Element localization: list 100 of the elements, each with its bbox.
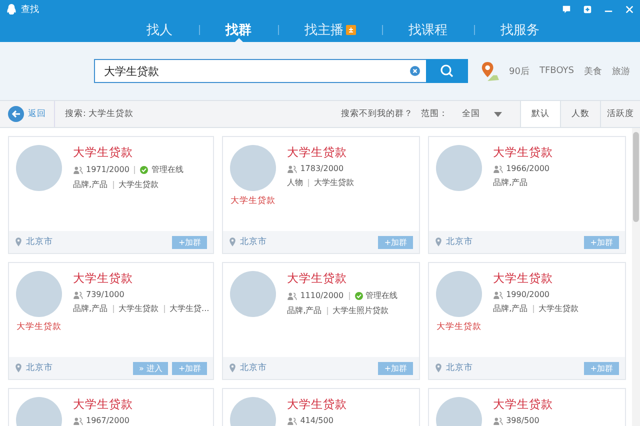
people-icon bbox=[73, 290, 83, 298]
group-tag: 大学生贷... bbox=[170, 303, 210, 314]
group-tag: 品牌,产品 bbox=[73, 303, 108, 314]
group-name[interactable]: 大学生贷款 bbox=[73, 145, 184, 160]
range-dropdown[interactable]: 全国 bbox=[456, 108, 508, 120]
search-button[interactable] bbox=[426, 59, 468, 83]
group-card[interactable]: 大学生贷款 1967/2000 bbox=[8, 388, 214, 426]
back-button[interactable]: 返回 bbox=[0, 101, 55, 127]
location-pin-icon bbox=[229, 363, 236, 373]
group-tag: 品牌,产品 bbox=[73, 179, 108, 190]
group-label: 大学生贷款 bbox=[230, 195, 276, 207]
location-pin-icon bbox=[15, 363, 22, 373]
people-icon bbox=[493, 164, 504, 172]
member-count: 1783/2000 bbox=[300, 164, 344, 173]
group-card[interactable]: 大学生贷款 1110/2000 管理在线 品牌,产品 大学生照片贷款 北京市 +加群 bbox=[222, 262, 420, 380]
group-tag: 品牌,产品 bbox=[493, 303, 528, 314]
quick-tag-link[interactable]: 90后 bbox=[509, 64, 530, 78]
location-text: 北京市 bbox=[240, 236, 268, 248]
location-pin-icon bbox=[15, 237, 22, 247]
avatar-photo-placeholder bbox=[436, 145, 482, 191]
member-count: 1967/2000 bbox=[86, 416, 130, 425]
group-card[interactable]: 大学生贷款 1971/2000 管理在线 品牌,产品 大学生贷款 北京市 +加群 bbox=[8, 136, 214, 254]
search-query-text: 搜索: 大学生贷款 bbox=[65, 108, 134, 120]
admin-status: 管理在线 bbox=[366, 290, 398, 301]
group-tag: 品牌,产品 bbox=[287, 305, 322, 316]
group-name[interactable]: 大学生贷款 bbox=[493, 145, 554, 160]
people-icon bbox=[287, 164, 298, 172]
avatar-photo-placeholder bbox=[16, 271, 62, 317]
people-icon bbox=[493, 416, 504, 424]
group-name[interactable]: 大学生贷款 bbox=[287, 271, 398, 286]
location-pin-icon bbox=[229, 237, 236, 247]
nav-tab[interactable]: 找群 bbox=[222, 19, 256, 41]
clear-icon[interactable] bbox=[410, 66, 420, 76]
sort-tab[interactable]: 默认 bbox=[520, 101, 560, 127]
location-pin-icon bbox=[435, 237, 442, 247]
location-text: 北京市 bbox=[26, 236, 53, 248]
group-tag: 大学生贷款 bbox=[538, 303, 579, 314]
group-card[interactable]: 大学生贷款 大学生贷款 1990/2000 品牌,产品 大学生贷款 北京市 +加群 bbox=[428, 262, 626, 380]
group-name[interactable]: 大学生贷款 bbox=[493, 271, 579, 286]
member-count: 1971/2000 bbox=[86, 165, 130, 174]
nav-tab[interactable]: 找服务 bbox=[496, 19, 544, 41]
group-name[interactable]: 大学生贷款 bbox=[493, 397, 554, 412]
people-icon bbox=[287, 416, 298, 424]
search-icon bbox=[440, 64, 454, 78]
quick-tag-link[interactable]: 美食 bbox=[584, 64, 602, 78]
people-icon bbox=[287, 292, 298, 300]
group-tag: 大学生贷款 bbox=[314, 177, 354, 188]
range-label: 范围： bbox=[421, 108, 448, 120]
group-tag: 大学生贷款 bbox=[118, 179, 159, 190]
sort-tab[interactable]: 人数 bbox=[560, 101, 600, 127]
people-icon bbox=[493, 290, 504, 298]
group-name[interactable]: 大学生贷款 bbox=[73, 397, 133, 412]
scrollbar[interactable] bbox=[632, 128, 640, 426]
group-card[interactable]: 大学生贷款 398/500 bbox=[428, 388, 626, 426]
map-pin-icon[interactable] bbox=[480, 60, 500, 82]
member-count: 739/1000 bbox=[86, 290, 124, 299]
window-title: 查找 bbox=[21, 4, 39, 16]
member-count: 1110/2000 bbox=[300, 291, 344, 300]
close-icon[interactable] bbox=[625, 4, 634, 14]
group-label: 大学生贷款 bbox=[436, 321, 482, 333]
group-tag: 大学生照片贷款 bbox=[332, 305, 389, 316]
member-count: 1966/2000 bbox=[506, 164, 550, 173]
location-pin-icon bbox=[435, 363, 442, 373]
caret-icon bbox=[494, 112, 502, 116]
nav-tab[interactable]: 找人 bbox=[142, 19, 176, 41]
penguin-icon bbox=[6, 2, 17, 16]
location-text: 北京市 bbox=[446, 362, 474, 374]
search-field[interactable]: 大学生贷款 bbox=[94, 59, 426, 83]
group-tag: 品牌,产品 bbox=[493, 177, 528, 188]
group-tag: 大学生贷款 bbox=[118, 303, 159, 314]
group-tag: 人物 bbox=[287, 177, 304, 188]
group-name[interactable]: 大学生贷款 bbox=[287, 145, 354, 160]
member-count: 1990/2000 bbox=[506, 290, 550, 299]
group-card[interactable]: 大学生贷款 大学生贷款 1783/2000 人物 大学生贷款 北京市 +加群 bbox=[222, 136, 420, 254]
member-count: 414/500 bbox=[300, 416, 334, 425]
people-icon bbox=[73, 166, 83, 174]
nav-tab[interactable]: 找课程 bbox=[404, 19, 452, 41]
avatar-photo-placeholder bbox=[16, 145, 62, 191]
people-icon bbox=[73, 416, 83, 424]
feedback-icon[interactable] bbox=[562, 4, 571, 14]
group-name[interactable]: 大学生贷款 bbox=[287, 397, 348, 412]
admin-status: 管理在线 bbox=[151, 164, 184, 175]
avatar-photo-placeholder bbox=[436, 271, 482, 317]
location-text: 北京市 bbox=[446, 236, 474, 248]
group-card[interactable]: 大学生贷款 414/500 bbox=[222, 388, 420, 426]
quick-tag-link[interactable]: 旅游 bbox=[612, 64, 630, 78]
group-name[interactable]: 大学生贷款 bbox=[73, 271, 210, 286]
group-label: 大学生贷款 bbox=[16, 321, 62, 333]
quick-tag-link[interactable]: TFBOYS bbox=[540, 66, 574, 76]
sort-tab[interactable]: 活跃度 bbox=[600, 101, 640, 127]
help-link[interactable]: 搜索不到我的群？ bbox=[341, 108, 413, 120]
nav-tab[interactable]: 找主播 bbox=[300, 19, 360, 41]
location-text: 北京市 bbox=[26, 362, 53, 374]
avatar-photo-placeholder bbox=[230, 271, 276, 317]
location-text: 北京市 bbox=[240, 362, 268, 374]
member-count: 398/500 bbox=[506, 416, 540, 425]
avatar-photo-placeholder bbox=[230, 145, 276, 191]
restore-icon[interactable] bbox=[583, 4, 592, 14]
group-card[interactable]: 大学生贷款 大学生贷款 739/1000 品牌,产品 大学生贷款 大学生贷... 北京市 » 进入 +加群 bbox=[8, 262, 214, 380]
group-card[interactable]: 大学生贷款 1966/2000 品牌,产品 北京市 +加群 bbox=[428, 136, 626, 254]
